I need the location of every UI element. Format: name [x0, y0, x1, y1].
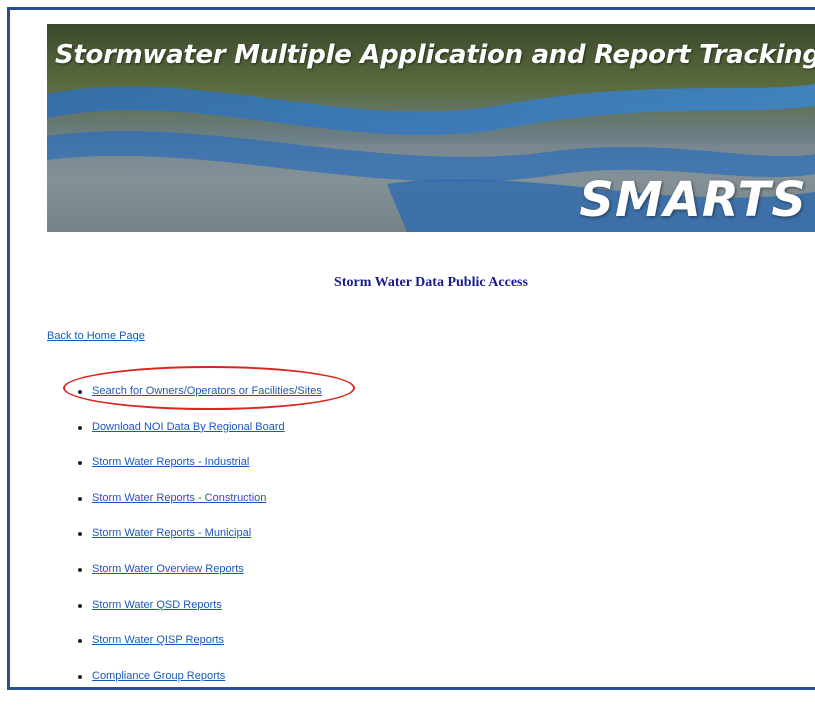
qsd-reports-link[interactable]: Storm Water QSD Reports: [92, 599, 222, 611]
bullet-icon: [78, 674, 82, 679]
smarts-logo-text: SMARTS: [579, 172, 807, 228]
download-noi-data-link[interactable]: Download NOI Data By Regional Board: [92, 421, 285, 433]
bullet-icon: [78, 567, 82, 572]
highlight-annotation-ellipse: [63, 366, 355, 410]
bullet-icon: [78, 532, 82, 537]
list-item: Storm Water Reports - Construction: [78, 492, 322, 528]
list-item: Download NOI Data By Regional Board: [78, 421, 322, 457]
bullet-icon: [78, 425, 82, 430]
back-to-home-link[interactable]: Back to Home Page: [47, 330, 145, 342]
reports-construction-link[interactable]: Storm Water Reports - Construction: [92, 492, 266, 504]
list-item: Storm Water Overview Reports: [78, 563, 322, 599]
list-item: Storm Water QSD Reports: [78, 599, 322, 635]
report-link-list: Search for Owners/Operators or Facilitie…: [78, 385, 322, 705]
list-item: Storm Water QISP Reports: [78, 634, 322, 670]
bullet-icon: [78, 603, 82, 608]
reports-industrial-link[interactable]: Storm Water Reports - Industrial: [92, 456, 249, 468]
list-item: Compliance Group Reports: [78, 670, 322, 705]
banner-title: Stormwater Multiple Application and Repo…: [55, 40, 815, 70]
bullet-icon: [78, 496, 82, 501]
list-item: Storm Water Reports - Industrial: [78, 456, 322, 492]
bullet-icon: [78, 639, 82, 644]
header-banner: Stormwater Multiple Application and Repo…: [47, 24, 815, 232]
list-item: Storm Water Reports - Municipal: [78, 527, 322, 563]
qisp-reports-link[interactable]: Storm Water QISP Reports: [92, 634, 224, 646]
reports-municipal-link[interactable]: Storm Water Reports - Municipal: [92, 527, 251, 539]
overview-reports-link[interactable]: Storm Water Overview Reports: [92, 563, 244, 575]
bullet-icon: [78, 461, 82, 466]
compliance-group-reports-link[interactable]: Compliance Group Reports: [92, 670, 225, 682]
page-title: Storm Water Data Public Access: [334, 275, 528, 290]
